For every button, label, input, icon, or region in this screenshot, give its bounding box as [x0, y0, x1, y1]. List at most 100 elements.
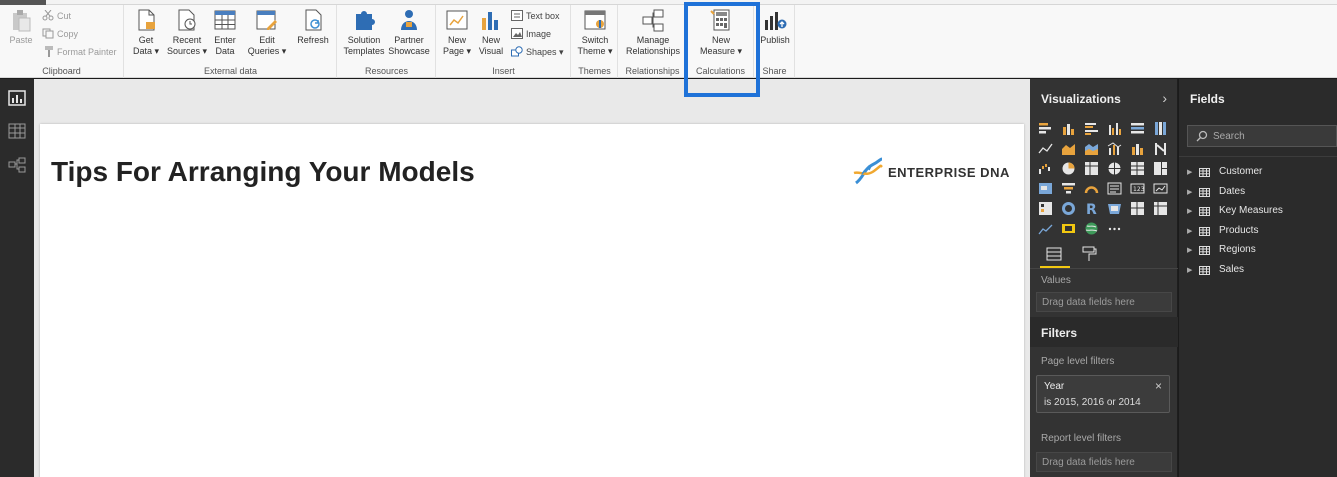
shapes-icon	[511, 46, 523, 57]
fields-search-input[interactable]: Search	[1187, 125, 1337, 147]
values-label: Values	[1041, 275, 1071, 286]
card-icon[interactable]: 123	[1130, 181, 1145, 196]
custom-table-icon[interactable]	[1130, 201, 1145, 216]
bar-chart-icon	[482, 12, 498, 30]
expand-arrow-icon[interactable]: ▶	[1187, 227, 1192, 235]
area-chart-icon[interactable]	[1061, 141, 1076, 156]
custom-matrix-icon[interactable]	[1153, 201, 1168, 216]
waterfall-chart-icon[interactable]	[1038, 161, 1053, 176]
donut-chart-icon[interactable]	[1061, 201, 1076, 216]
data-view-icon[interactable]	[8, 123, 26, 139]
dna-helix-icon	[853, 157, 883, 185]
report-filters-drop-zone[interactable]: Drag data fields here	[1036, 452, 1172, 472]
filter-value: is 2015, 2016 or 2014	[1044, 397, 1141, 408]
stacked-bar-icon[interactable]	[1038, 121, 1053, 136]
recent-sources-button[interactable]: Recent Sources ▾	[167, 8, 207, 57]
treemap-icon[interactable]	[1153, 161, 1168, 176]
clustered-bar-icon[interactable]	[1084, 121, 1099, 136]
get-data-button[interactable]: Get Data ▾	[129, 8, 163, 57]
more-visuals-icon[interactable]	[1107, 221, 1122, 236]
refresh-button[interactable]: Refresh	[295, 8, 331, 46]
copy-button[interactable]: Copy	[42, 27, 78, 41]
visualizations-pane: Visualizations › 123 R Values Drag data …	[1030, 79, 1178, 477]
format-painter-icon	[45, 46, 53, 57]
share-group: Publish Share	[755, 5, 795, 78]
manage-relationships-button[interactable]: Manage Relationships	[623, 8, 683, 57]
active-tab-underline	[1040, 266, 1070, 268]
shape-map-icon[interactable]	[1107, 201, 1122, 216]
cut-button[interactable]: Cut	[42, 9, 71, 23]
logo-text: ENTERPRISE DNA	[888, 165, 1010, 180]
get-data-icon	[138, 9, 155, 31]
report-view-icon[interactable]	[8, 90, 26, 106]
relationships-group: Manage Relationships Relationships	[619, 5, 687, 78]
expand-arrow-icon[interactable]: ▶	[1187, 168, 1192, 176]
chevron-right-icon[interactable]: ›	[1162, 90, 1167, 106]
globe-map-icon[interactable]	[1107, 161, 1122, 176]
external-data-group: Get Data ▾ Recent Sources ▾ Enter Data E…	[125, 5, 337, 78]
funnel-icon[interactable]	[1061, 181, 1076, 196]
enter-data-button[interactable]: Enter Data	[209, 8, 241, 57]
gauge-icon[interactable]	[1084, 181, 1099, 196]
text-box-button[interactable]: Text box	[511, 9, 560, 23]
table-visual-icon[interactable]	[1130, 161, 1145, 176]
search-placeholder: Search	[1213, 131, 1245, 142]
switch-theme-button[interactable]: Switch Theme ▾	[576, 8, 614, 57]
stacked-column-icon[interactable]	[1061, 121, 1076, 136]
expand-arrow-icon[interactable]: ▶	[1187, 207, 1192, 215]
full-stacked-column-icon[interactable]	[1153, 121, 1168, 136]
pie-chart-icon[interactable]	[1061, 161, 1076, 176]
line-clustered-column-icon[interactable]	[1107, 141, 1122, 156]
page-level-filters-label: Page level filters	[1041, 356, 1115, 367]
r-visual-icon[interactable]: R	[1084, 201, 1099, 216]
year-filter-card[interactable]: Year is 2015, 2016 or 2014 ×	[1036, 375, 1170, 413]
paste-button[interactable]: Paste	[6, 8, 36, 46]
values-drop-zone[interactable]: Drag data fields here	[1036, 292, 1172, 312]
scatter-chart-icon[interactable]	[1038, 221, 1053, 236]
stacked-area-icon[interactable]	[1084, 141, 1099, 156]
refresh-icon	[305, 9, 322, 31]
new-measure-button[interactable]: New Measure ▾	[694, 8, 748, 57]
globe-visual-icon[interactable]	[1084, 221, 1099, 236]
kpi-icon[interactable]	[1153, 181, 1168, 196]
pane-tabs	[1030, 239, 1178, 269]
model-view-icon[interactable]	[8, 157, 26, 173]
full-stacked-bar-icon[interactable]	[1130, 121, 1145, 136]
matrix-icon[interactable]	[1084, 161, 1099, 176]
multi-row-card-icon[interactable]	[1107, 181, 1122, 196]
report-page[interactable]: Tips For Arranging Your Models ENTERPRIS…	[40, 124, 1024, 477]
calculations-group-label: Calculations	[695, 66, 746, 76]
format-painter-button[interactable]: Format Painter	[42, 45, 117, 59]
expand-arrow-icon[interactable]: ▶	[1187, 266, 1192, 274]
custom-card-icon[interactable]	[1061, 221, 1076, 236]
table-icon	[1199, 266, 1210, 275]
shapes-button[interactable]: Shapes ▾	[511, 45, 564, 59]
page-title[interactable]: Tips For Arranging Your Models	[51, 156, 475, 188]
paint-roller-icon[interactable]	[1080, 245, 1098, 263]
new-page-button[interactable]: New Page ▾	[441, 8, 473, 57]
share-group-label: Share	[762, 66, 787, 76]
expand-arrow-icon[interactable]: ▶	[1187, 246, 1192, 254]
insert-group-label: Insert	[492, 66, 515, 76]
table-icon	[1199, 207, 1210, 216]
filled-map-icon[interactable]	[1038, 181, 1053, 196]
ribbon-chart-icon[interactable]	[1153, 141, 1168, 156]
fields-tab-icon[interactable]	[1045, 245, 1063, 263]
clustered-column-icon[interactable]	[1107, 121, 1122, 136]
image-button[interactable]: Image	[511, 27, 551, 41]
line-chart-icon[interactable]	[1038, 141, 1053, 156]
new-visual-button[interactable]: New Visual	[475, 8, 507, 57]
publish-button[interactable]: Publish	[757, 8, 793, 46]
partner-showcase-button[interactable]: Partner Showcase	[386, 8, 432, 57]
close-icon[interactable]: ×	[1155, 379, 1162, 393]
line-stacked-column-icon[interactable]	[1130, 141, 1145, 156]
puzzle-icon	[356, 11, 375, 30]
themes-group: Switch Theme ▾ Themes	[572, 5, 618, 78]
solution-templates-button[interactable]: Solution Templates	[342, 8, 386, 57]
text-box-icon	[511, 10, 523, 21]
expand-arrow-icon[interactable]: ▶	[1187, 188, 1192, 196]
edit-queries-button[interactable]: Edit Queries ▾	[247, 8, 287, 57]
slicer-icon[interactable]	[1038, 201, 1053, 216]
switch-theme-icon	[584, 10, 606, 30]
svg-text:123: 123	[1133, 186, 1145, 193]
